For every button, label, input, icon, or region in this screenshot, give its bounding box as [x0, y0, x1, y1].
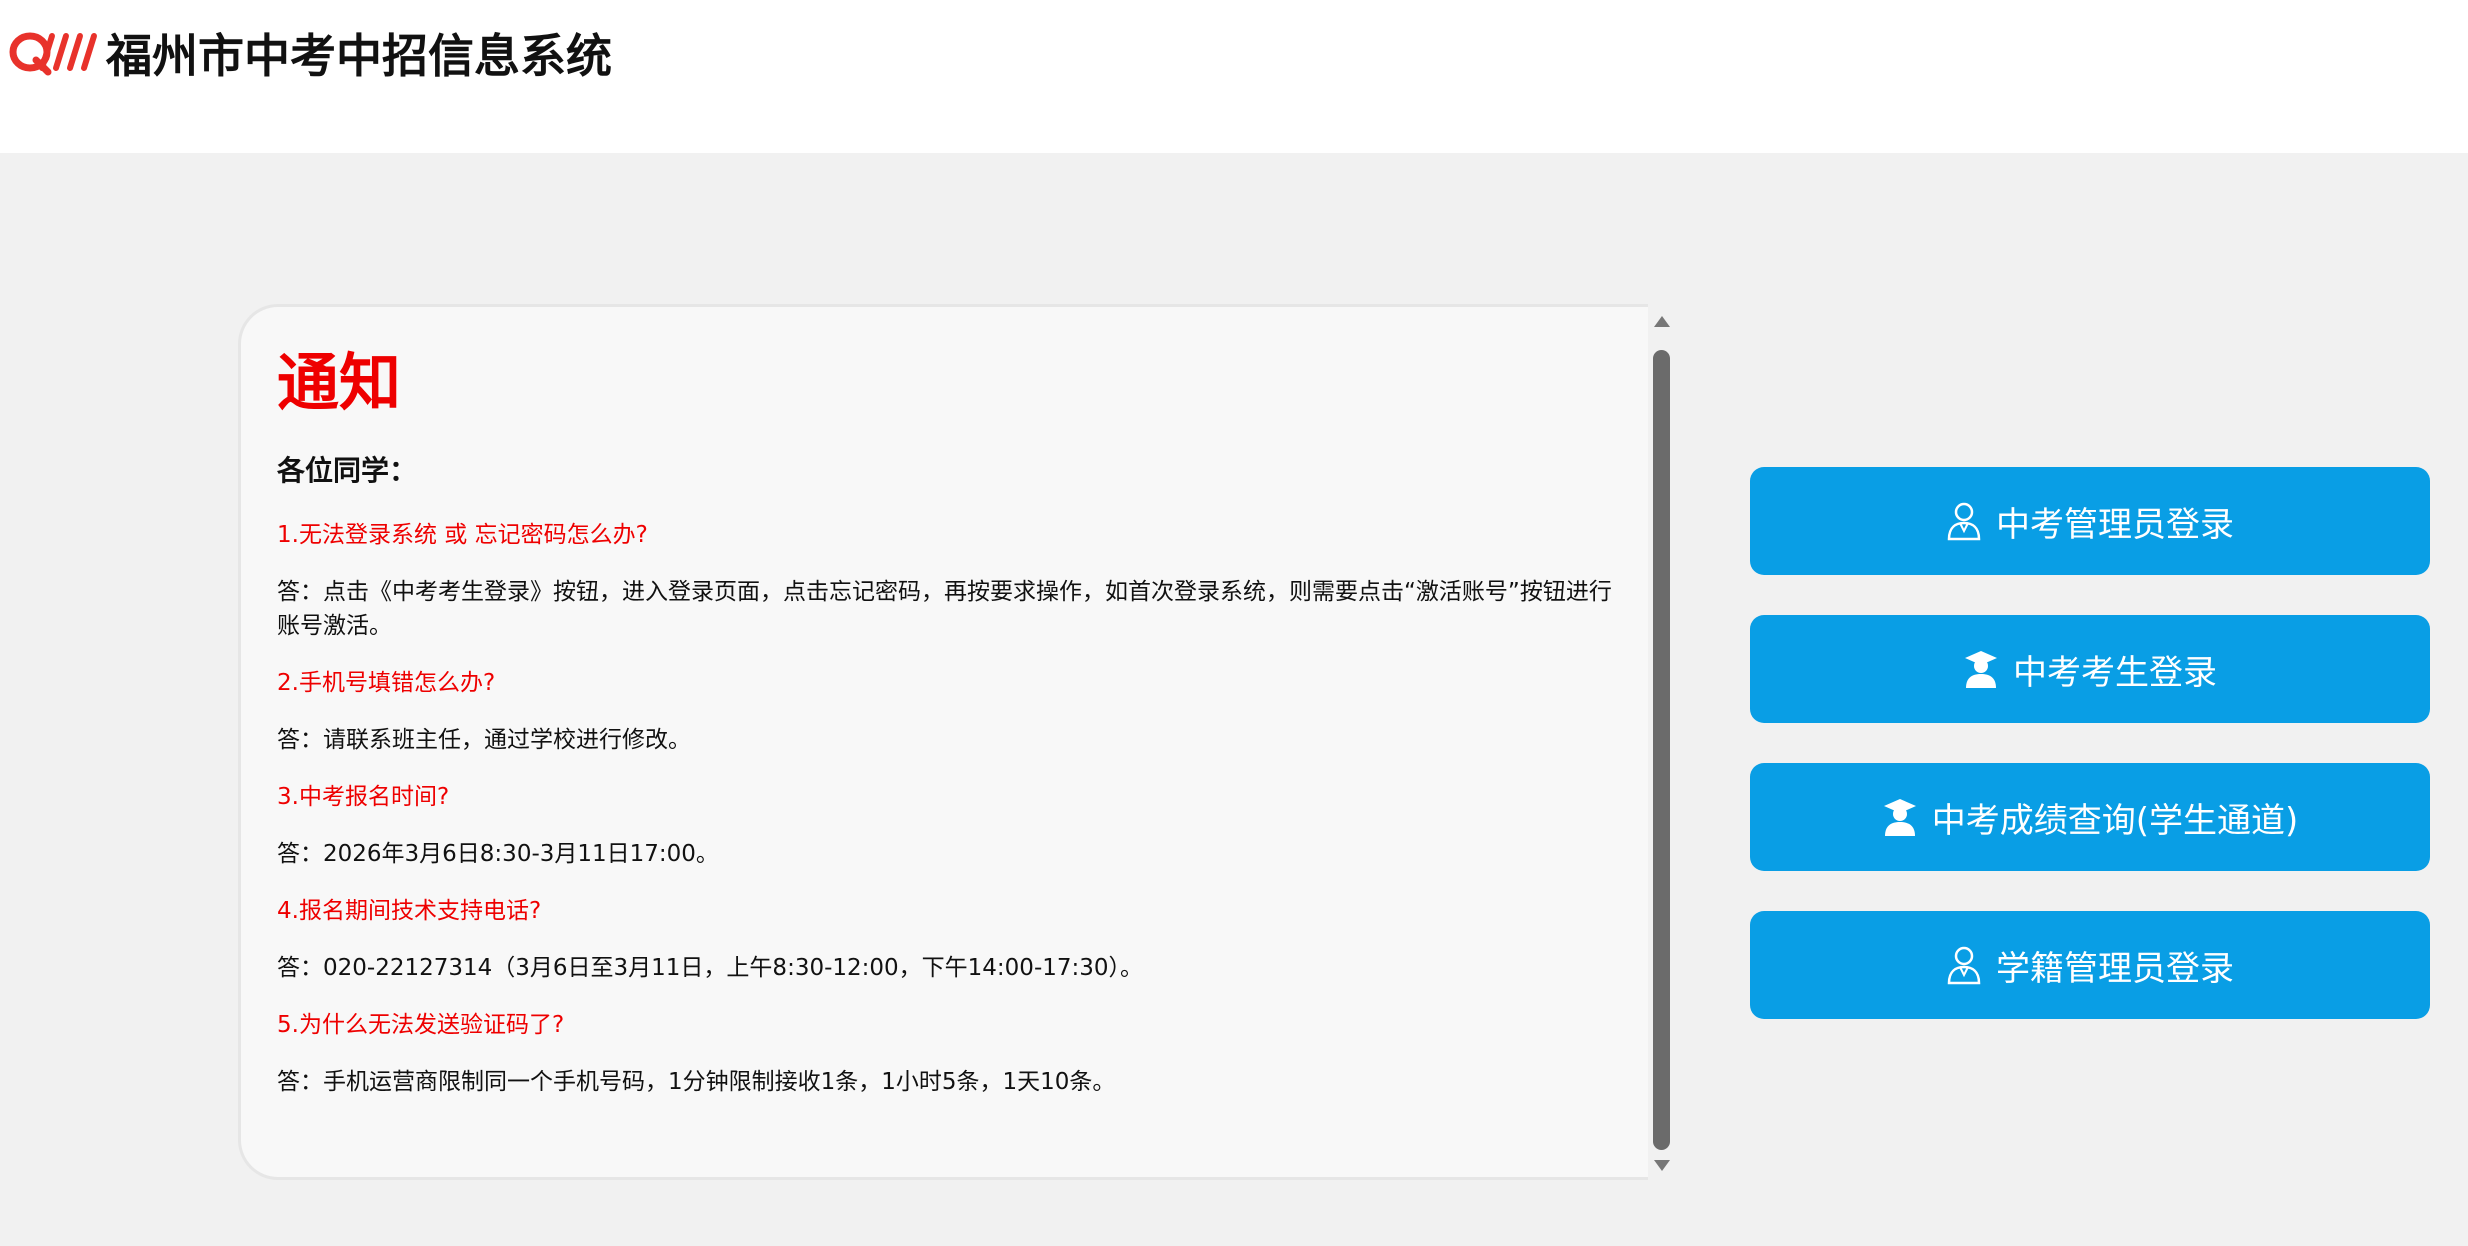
admin-login-label: 中考管理员登录	[1996, 504, 2234, 545]
admin-user-icon	[1947, 946, 1981, 985]
faq-answer-5: 答：手机运营商限制同一个手机号码，1分钟限制接收1条，1小时5条，1天10条。	[277, 1069, 1116, 1095]
notice-title: 通知	[277, 346, 402, 419]
registry-admin-login-label: 学籍管理员登录	[1996, 948, 2234, 989]
site-title: 福州市中考中招信息系统	[106, 29, 612, 83]
scroll-down-arrow-icon[interactable]	[1648, 1152, 1676, 1178]
faq-question-1: 1.无法登录系统 或 忘记密码怎么办?	[277, 522, 648, 548]
admin-user-icon	[1947, 502, 1981, 541]
faq-answer-2: 答：请联系班主任，通过学校进行修改。	[277, 727, 691, 753]
graduate-student-icon	[1883, 799, 1916, 836]
student-login-button[interactable]: 中考考生登录	[1750, 615, 2430, 723]
score-query-button[interactable]: 中考成绩查询(学生通道)	[1750, 763, 2430, 871]
scroll-up-arrow-icon[interactable]	[1648, 308, 1676, 334]
notice-panel: 通知 各位同学： 1.无法登录系统 或 忘记密码怎么办? 答：点击《中考考生登录…	[238, 304, 1676, 1182]
student-login-label: 中考考生登录	[2013, 652, 2217, 693]
score-query-label: 中考成绩查询(学生通道)	[1931, 800, 2299, 841]
faq-answer-3: 答：2026年3月6日8:30-3月11日17:00。	[277, 841, 719, 867]
faq-answer-4: 答：020-22127314（3月6日至3月11日，上午8:30-12:00，下…	[277, 955, 1144, 981]
faq-question-5: 5.为什么无法发送验证码了?	[277, 1012, 565, 1038]
registry-admin-login-button[interactable]: 学籍管理员登录	[1750, 911, 2430, 1019]
faq-question-4: 4.报名期间技术支持电话?	[277, 898, 542, 924]
scroll-thumb[interactable]	[1653, 350, 1670, 1150]
notice-scrollbar[interactable]	[1648, 304, 1676, 1182]
top-header: 福州市中考中招信息系统	[0, 0, 2468, 153]
notice-greeting: 各位同学：	[277, 454, 418, 487]
qw-logo-icon	[9, 32, 97, 76]
graduate-student-icon	[1965, 651, 1997, 688]
notice-card: 通知 各位同学： 1.无法登录系统 或 忘记密码怎么办? 答：点击《中考考生登录…	[238, 304, 1648, 1180]
faq-question-2: 2.手机号填错怎么办?	[277, 670, 496, 696]
admin-login-button[interactable]: 中考管理员登录	[1750, 467, 2430, 575]
faq-question-3: 3.中考报名时间?	[277, 784, 450, 810]
faq-answer-1: 答：点击《中考考生登录》按钮，进入登录页面，点击忘记密码，再按要求操作，如首次登…	[277, 579, 1612, 639]
notice-content: 通知 各位同学： 1.无法登录系统 或 忘记密码怎么办? 答：点击《中考考生登录…	[277, 343, 1617, 1121]
